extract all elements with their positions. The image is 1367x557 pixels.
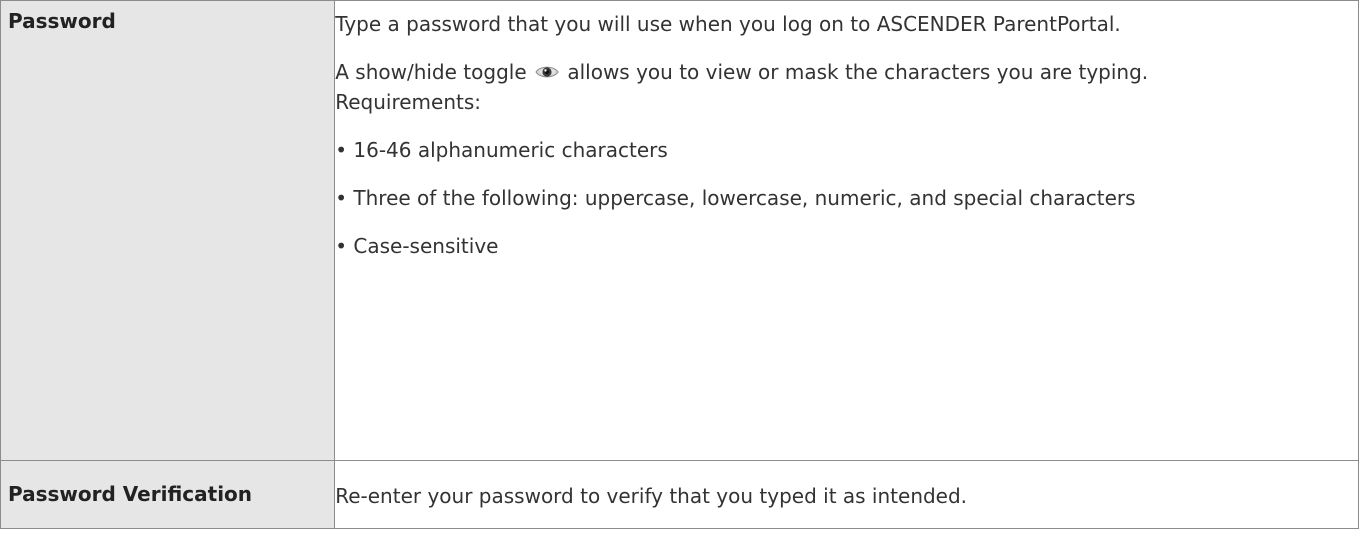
field-name-cell: Password Verification	[0, 460, 336, 529]
toggle-description: A show/hide toggle allows you to view or…	[335, 57, 1318, 87]
eye-icon	[535, 66, 559, 78]
field-name-cell: Password	[0, 0, 336, 461]
field-name-password-verification: Password Verification	[8, 482, 253, 506]
requirements-label: Requirements:	[335, 90, 482, 114]
toggle-text-before: A show/hide toggle	[335, 60, 527, 84]
field-description-table: Password Type a password that you will u…	[0, 0, 1359, 529]
description-cell: Re-enter your password to verify that yo…	[334, 460, 1359, 529]
requirement-item: • 16-46 alphanumeric characters	[335, 138, 668, 162]
verification-description: Re-enter your password to verify that yo…	[335, 483, 968, 508]
requirement-item: • Three of the following: uppercase, low…	[335, 186, 1136, 210]
table-row: Password Verification Re-enter your pass…	[0, 460, 1359, 529]
password-intro-text: Type a password that you will use when y…	[335, 12, 1121, 36]
toggle-text-after: allows you to view or mask the character…	[567, 60, 1149, 84]
field-name-password: Password	[8, 9, 116, 33]
description-cell: Type a password that you will use when y…	[334, 0, 1359, 461]
requirement-item: • Case-sensitive	[335, 234, 499, 258]
table-row: Password Type a password that you will u…	[0, 0, 1359, 461]
